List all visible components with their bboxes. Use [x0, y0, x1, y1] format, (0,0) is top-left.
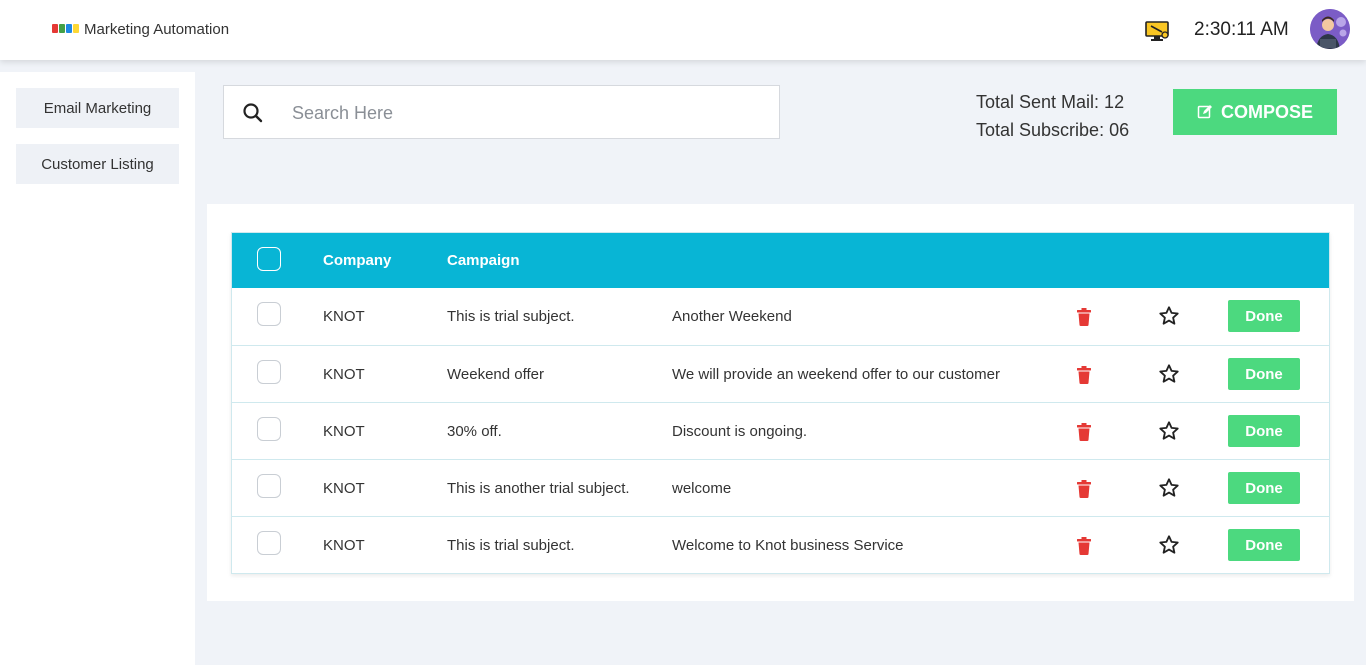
- company-cell: KNOT: [323, 480, 365, 497]
- top-bar: Marketing Automation 2:30:11 AM: [0, 0, 1366, 60]
- search-icon[interactable]: [242, 102, 264, 124]
- subject-cell: Weekend offer: [447, 366, 545, 383]
- company-cell: KNOT: [323, 423, 365, 440]
- logo-block-2: [59, 24, 65, 33]
- done-button[interactable]: Done: [1228, 415, 1300, 447]
- subject-cell: This is another trial subject.: [447, 480, 630, 497]
- campaign-table: Company Campaign KNOT This is trial subj…: [231, 232, 1330, 574]
- search-input[interactable]: [292, 98, 762, 128]
- table-body: KNOT This is trial subject. Another Week…: [232, 288, 1329, 573]
- sidebar-item-customer-listing[interactable]: Customer Listing: [16, 144, 179, 184]
- campaign-cell: welcome: [672, 480, 732, 497]
- row-checkbox[interactable]: [257, 302, 281, 326]
- compose-label: COMPOSE: [1220, 101, 1313, 122]
- row-checkbox[interactable]: [257, 474, 281, 498]
- stats-summary: Total Sent Mail: 12 Total Subscribe: 06: [976, 88, 1129, 144]
- user-avatar[interactable]: [1310, 9, 1350, 49]
- company-cell: KNOT: [323, 537, 365, 554]
- trash-icon[interactable]: [1076, 366, 1092, 384]
- total-subscribe: Total Subscribe: 06: [976, 120, 1130, 140]
- row-checkbox[interactable]: [257, 417, 281, 441]
- subject-cell: 30% off.: [447, 423, 502, 440]
- table-row: KNOT 30% off. Discount is ongoing. Done: [232, 402, 1329, 459]
- company-cell: KNOT: [323, 366, 365, 383]
- avatar-icon: [1310, 9, 1350, 49]
- table-row: KNOT Weekend offer We will provide an we…: [232, 345, 1329, 402]
- app-logo: [52, 24, 79, 33]
- logo-block-4: [73, 24, 79, 33]
- compose-button[interactable]: COMPOSE: [1173, 89, 1337, 135]
- subject-cell: This is trial subject.: [447, 308, 575, 325]
- campaign-cell: Another Weekend: [672, 308, 792, 325]
- done-button[interactable]: Done: [1228, 300, 1300, 332]
- done-button[interactable]: Done: [1228, 358, 1300, 390]
- star-icon[interactable]: [1158, 363, 1180, 385]
- select-all-checkbox[interactable]: [257, 247, 281, 271]
- table-row: KNOT This is another trial subject. welc…: [232, 459, 1329, 516]
- row-checkbox[interactable]: [257, 531, 281, 555]
- company-cell: KNOT: [323, 308, 365, 325]
- done-button[interactable]: Done: [1228, 472, 1300, 504]
- search-box: [223, 85, 780, 139]
- logo-block-3: [66, 24, 72, 33]
- star-icon[interactable]: [1158, 477, 1180, 499]
- clock: 2:30:11 AM: [1194, 19, 1289, 40]
- trash-icon[interactable]: [1076, 480, 1092, 498]
- table-row: KNOT This is trial subject. Another Week…: [232, 288, 1329, 345]
- campaign-cell: We will provide an weekend offer to our …: [672, 366, 1000, 383]
- subject-cell: This is trial subject.: [447, 537, 575, 554]
- campaign-cell: Welcome to Knot business Service: [672, 537, 904, 554]
- star-icon[interactable]: [1158, 420, 1180, 442]
- table-row: KNOT This is trial subject. Welcome to K…: [232, 516, 1329, 573]
- row-checkbox[interactable]: [257, 360, 281, 384]
- star-icon[interactable]: [1158, 305, 1180, 327]
- logo-block-1: [52, 24, 58, 33]
- star-icon[interactable]: [1158, 534, 1180, 556]
- sidebar: Email Marketing Customer Listing: [0, 72, 195, 665]
- trash-icon[interactable]: [1076, 308, 1092, 326]
- sidebar-item-email-marketing[interactable]: Email Marketing: [16, 88, 179, 128]
- table-header: Company Campaign: [232, 233, 1329, 288]
- column-header-campaign: Campaign: [447, 252, 520, 269]
- app-title: Marketing Automation: [84, 21, 230, 38]
- edit-icon: [1197, 105, 1212, 119]
- monitor-settings-icon[interactable]: [1145, 20, 1171, 42]
- total-sent-mail: Total Sent Mail: 12: [976, 92, 1125, 112]
- column-header-company: Company: [323, 252, 392, 269]
- trash-icon[interactable]: [1076, 423, 1092, 441]
- trash-icon[interactable]: [1076, 537, 1092, 555]
- campaign-cell: Discount is ongoing.: [672, 423, 808, 440]
- done-button[interactable]: Done: [1228, 529, 1300, 561]
